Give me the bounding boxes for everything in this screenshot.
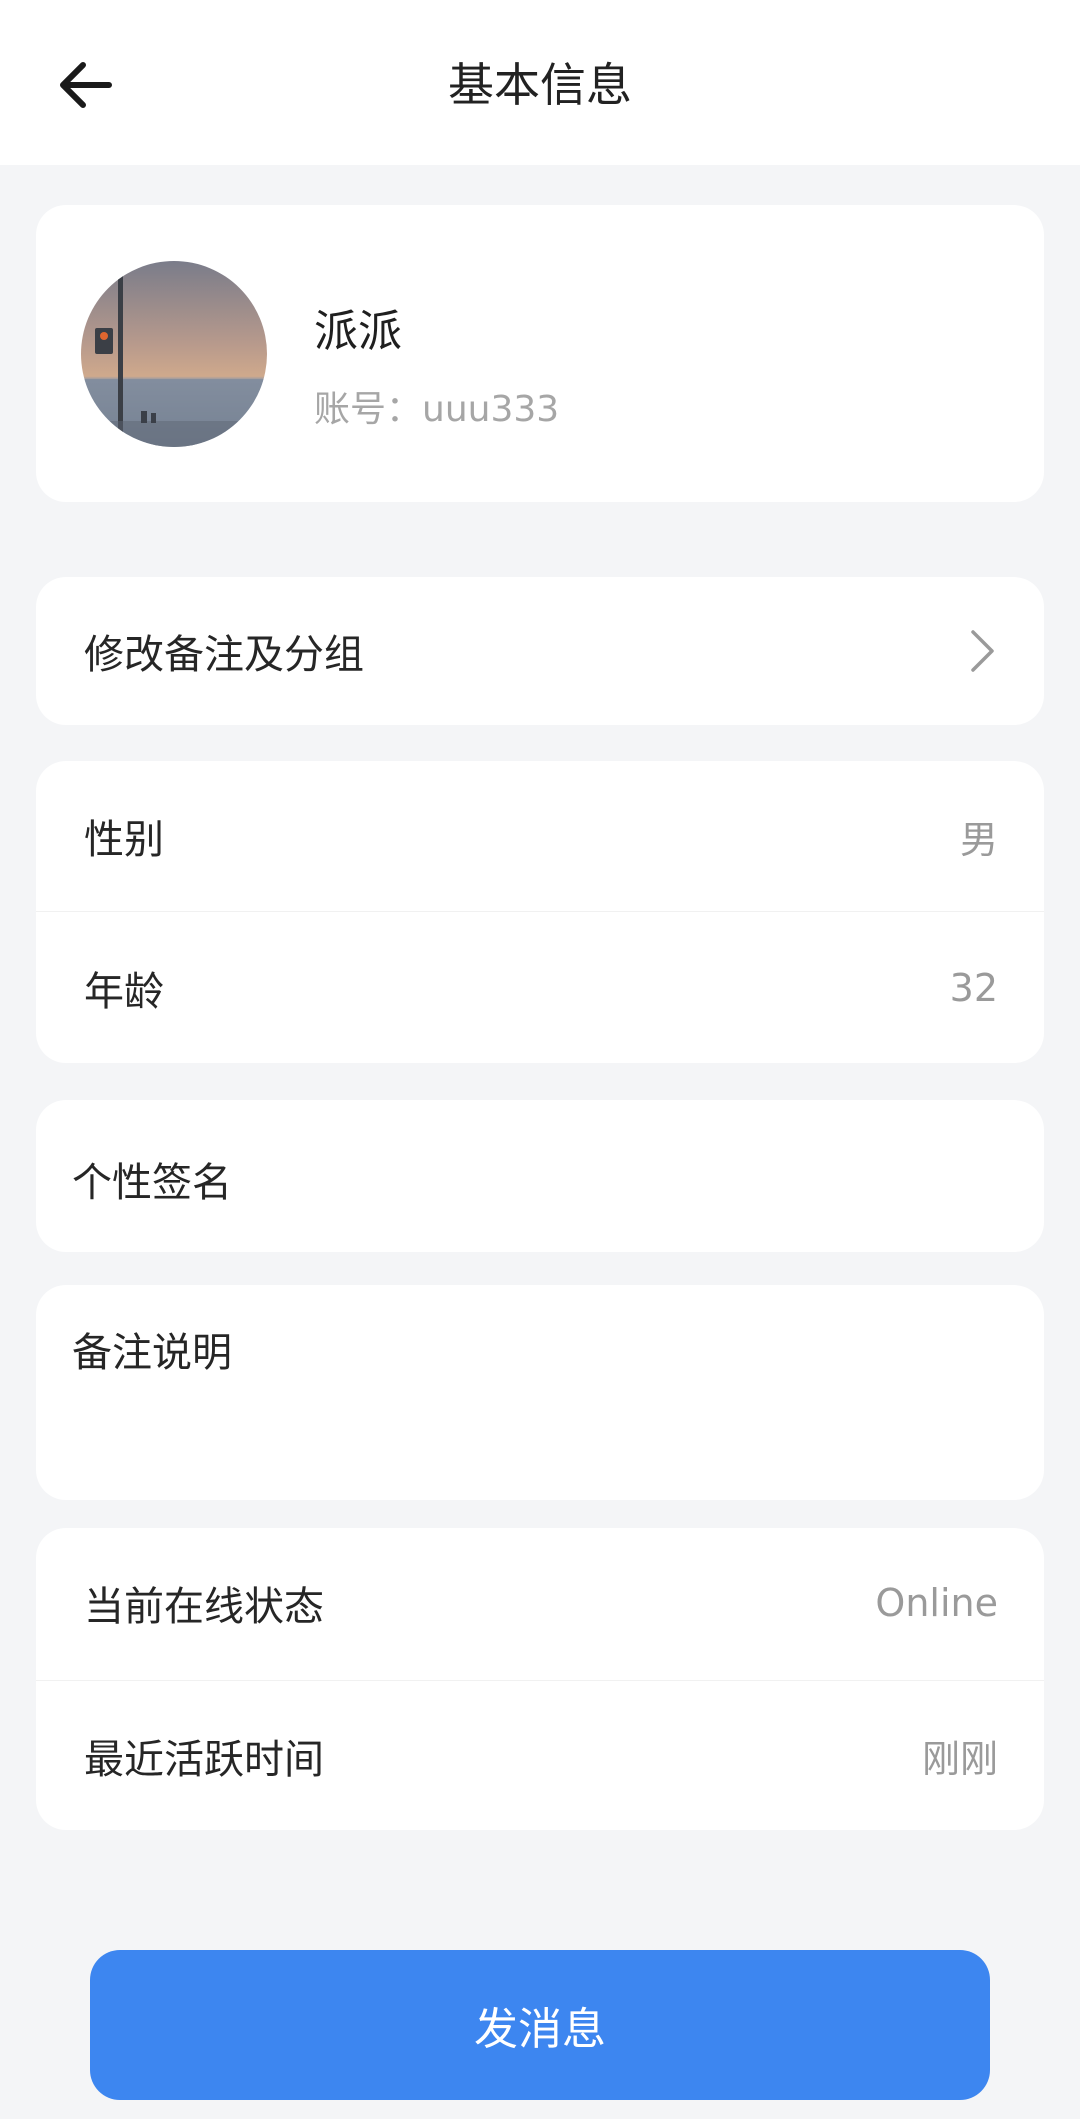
profile-card: 派派 账号：uuu333 [36, 205, 1044, 502]
edit-remark-row[interactable]: 修改备注及分组 [36, 577, 1044, 725]
last-active-label: 最近活跃时间 [84, 1736, 324, 1783]
avatar[interactable] [81, 261, 267, 447]
age-label: 年龄 [84, 968, 164, 1015]
age-value: 32 [949, 965, 998, 1010]
arrow-left-icon [60, 62, 112, 108]
gender-row: 性别 男 [36, 761, 1044, 911]
nickname: 派派 [314, 306, 402, 357]
avatar-image [81, 261, 267, 447]
note-label: 备注说明 [72, 1330, 232, 1376]
edit-remark-label: 修改备注及分组 [84, 632, 364, 678]
last-active-row: 最近活跃时间 刚刚 [36, 1680, 1044, 1830]
gender-value: 男 [959, 817, 998, 862]
last-active-value: 刚刚 [921, 1737, 998, 1781]
top-bar: 基本信息 [0, 0, 1080, 165]
online-status-label: 当前在线状态 [84, 1584, 324, 1630]
back-button[interactable] [50, 50, 120, 120]
account-id: 账号：uuu333 [314, 389, 560, 430]
page-title: 基本信息 [448, 58, 632, 112]
send-message-button[interactable]: 发消息 [90, 1950, 990, 2100]
online-status-value: Online [875, 1581, 998, 1625]
signature-label: 个性签名 [72, 1160, 232, 1206]
signature-card: 个性签名 [36, 1100, 1044, 1252]
status-card: 当前在线状态 Online 最近活跃时间 刚刚 [36, 1528, 1044, 1830]
note-card: 备注说明 [36, 1285, 1044, 1500]
gender-label: 性别 [84, 817, 164, 863]
basic-info-card: 性别 男 年龄 32 [36, 761, 1044, 1063]
age-row: 年龄 32 [36, 911, 1044, 1063]
edit-remark-card: 修改备注及分组 [36, 577, 1044, 725]
online-status-row: 当前在线状态 Online [36, 1528, 1044, 1678]
chevron-right-icon [971, 630, 994, 672]
